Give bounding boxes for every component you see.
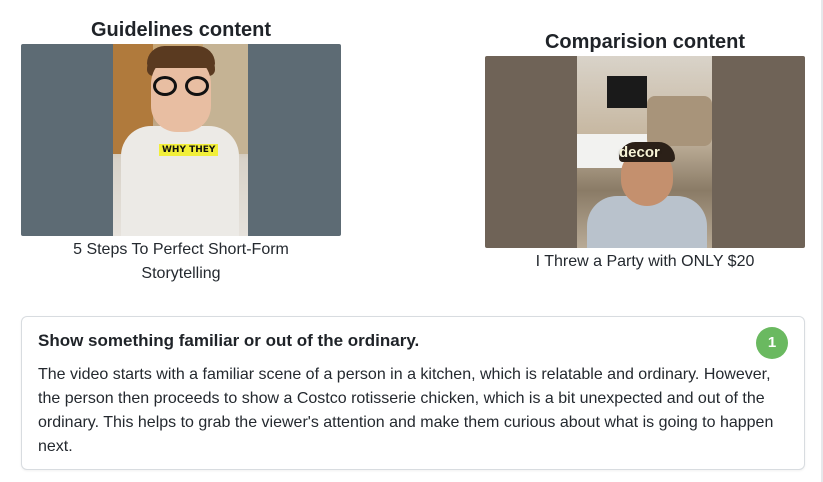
glasses-icon — [153, 76, 211, 96]
hair-top — [147, 46, 215, 68]
guidelines-video-thumbnail[interactable]: WHY THEY — [21, 44, 341, 236]
comparison-heading: Comparision content — [544, 31, 745, 53]
insight-title: Show something familiar or out of the or… — [38, 331, 420, 350]
lab-coat — [121, 126, 239, 236]
page: Guidelines content WHY THEY 5 Steps To P… — [0, 0, 823, 482]
piano — [607, 76, 647, 108]
guidelines-caption[interactable]: 5 Steps To Perfect Short-Form Storytelli… — [21, 238, 341, 286]
insight-number-badge: 1 — [756, 327, 788, 359]
sofa — [647, 96, 712, 146]
comparison-column: Comparision content decor I Threw a Part… — [485, 28, 805, 274]
thumbnail-overlay-text: decor — [619, 144, 660, 161]
insight-card: Show something familiar or out of the or… — [21, 316, 805, 470]
comparison-video-thumbnail[interactable]: decor — [485, 56, 805, 248]
comparison-caption[interactable]: I Threw a Party with ONLY $20 — [485, 250, 805, 274]
thumbnail-frame — [113, 44, 248, 236]
guidelines-column: Guidelines content WHY THEY 5 Steps To P… — [21, 16, 341, 286]
insight-body: The video starts with a familiar scene o… — [38, 366, 774, 455]
thumbnail-overlay-text: WHY THEY — [159, 144, 219, 156]
guidelines-heading: Guidelines content — [90, 19, 272, 41]
